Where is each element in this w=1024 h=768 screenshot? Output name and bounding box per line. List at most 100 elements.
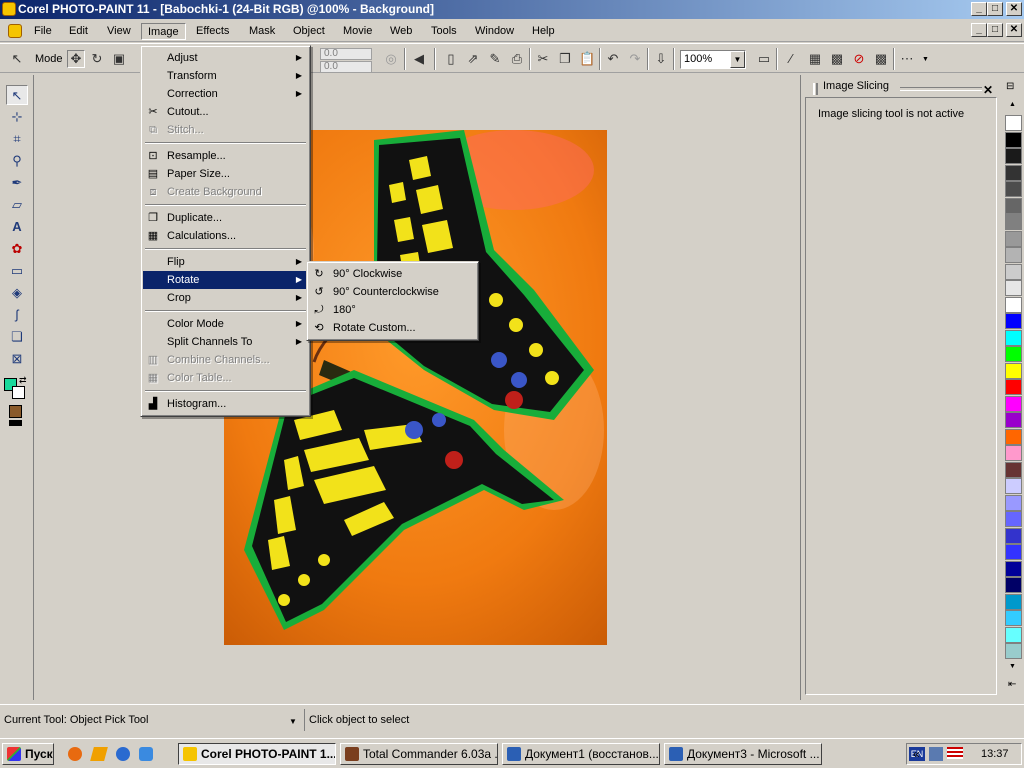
- image-menu-item-correction[interactable]: Correction ▶: [143, 85, 308, 103]
- paint-tool-icon[interactable]: ʃ: [6, 305, 28, 325]
- palette-swatch[interactable]: [1005, 527, 1022, 544]
- close-button[interactable]: ✕: [1006, 2, 1022, 16]
- text-tool-icon[interactable]: A: [6, 217, 28, 237]
- move-mode-icon[interactable]: ✥: [67, 50, 85, 68]
- fill-color-swatch[interactable]: [9, 405, 22, 418]
- docker-close-icon[interactable]: ✕: [983, 82, 993, 98]
- palette-scroll-down-icon[interactable]: ▼: [1009, 663, 1016, 670]
- app-icon[interactable]: [2, 2, 16, 16]
- rotate-menu-item-rotate-custom[interactable]: ⟲ Rotate Custom...: [309, 319, 476, 337]
- palette-swatch[interactable]: [1005, 148, 1022, 164]
- mask-tool-icon[interactable]: ⊹: [6, 107, 28, 127]
- pick-tool-icon[interactable]: ↖: [8, 50, 26, 68]
- menu-mask[interactable]: Mask: [243, 23, 281, 40]
- options-chevron-icon[interactable]: ▼: [922, 56, 929, 63]
- palette-swatch[interactable]: [1005, 164, 1022, 181]
- image-menu-item-split-channels-to[interactable]: Split Channels To ▶: [143, 333, 308, 351]
- image-menu-item-crop[interactable]: Crop ▶: [143, 289, 308, 307]
- taskbar-item-word-doc3[interactable]: Документ3 - Microsoft ...: [664, 743, 822, 765]
- shape-tool-icon[interactable]: ▭: [6, 261, 28, 281]
- rotate-mode-icon[interactable]: ↻: [88, 50, 106, 68]
- position-x-field[interactable]: 0.0: [320, 48, 372, 60]
- image-menu-item-rotate[interactable]: Rotate ▶: [143, 271, 308, 289]
- full-screen-icon[interactable]: ▭: [755, 50, 773, 68]
- taskbar-item-photopaint[interactable]: Corel PHOTO-PAINT 1...: [178, 743, 336, 765]
- palette-swatch[interactable]: [1005, 643, 1022, 659]
- maximize-button[interactable]: □: [987, 2, 1003, 16]
- red-eye-tool-icon[interactable]: ✿: [6, 239, 28, 259]
- palette-swatch[interactable]: [1005, 626, 1022, 643]
- mask-icon[interactable]: ⁄: [782, 50, 800, 68]
- crop-tool-icon[interactable]: ⌗: [6, 129, 28, 149]
- swap-colors-icon[interactable]: ⇄: [19, 375, 27, 386]
- new-icon[interactable]: ▯: [442, 50, 460, 68]
- image-menu-item-transform[interactable]: Transform ▶: [143, 67, 308, 85]
- menu-help[interactable]: Help: [526, 23, 561, 40]
- image-slicing-tool-icon[interactable]: ⊠: [6, 349, 28, 369]
- eyedropper-tool-icon[interactable]: ✒: [6, 173, 28, 193]
- status-chevron-down-icon[interactable]: ▼: [289, 717, 297, 726]
- image-menu-item-cutout[interactable]: ✂ Cutout...: [143, 103, 308, 121]
- document-icon[interactable]: [8, 24, 22, 38]
- scale-mode-icon[interactable]: ▣: [110, 50, 128, 68]
- paste-icon[interactable]: 📋: [578, 50, 596, 68]
- menu-movie[interactable]: Movie: [337, 23, 378, 40]
- palette-swatch[interactable]: [1005, 362, 1022, 379]
- menu-edit[interactable]: Edit: [63, 23, 94, 40]
- background-color-swatch[interactable]: [12, 386, 25, 399]
- palette-swatch[interactable]: [1005, 461, 1022, 478]
- doc-restore-button[interactable]: □: [987, 23, 1003, 37]
- apply-icon[interactable]: ◎: [382, 50, 400, 68]
- tray-expand-icon[interactable]: «: [913, 744, 920, 764]
- image-menu-item-flip[interactable]: Flip ▶: [143, 253, 308, 271]
- object-pick-tool-icon[interactable]: ↖: [6, 85, 28, 105]
- palette-swatch[interactable]: [1005, 346, 1022, 362]
- doc-minimize-button[interactable]: _: [971, 23, 987, 37]
- import-icon[interactable]: ⇩: [652, 50, 670, 68]
- palette-swatch[interactable]: [1005, 395, 1022, 412]
- print-icon[interactable]: ⎙: [508, 50, 526, 68]
- menu-window[interactable]: Window: [469, 23, 520, 40]
- palette-swatch[interactable]: [1005, 560, 1022, 577]
- quick-launch-icon[interactable]: [90, 747, 108, 761]
- palette-swatch[interactable]: [1005, 511, 1022, 527]
- image-menu-item-paper-size[interactable]: ▤ Paper Size...: [143, 165, 308, 183]
- image-menu-item-resample[interactable]: ⊡ Resample...: [143, 147, 308, 165]
- palette-swatch[interactable]: [1005, 280, 1022, 296]
- chevron-down-icon[interactable]: ▼: [730, 51, 745, 68]
- palette-swatch[interactable]: [1005, 577, 1022, 593]
- checker-icon[interactable]: ▩: [872, 50, 890, 68]
- menu-web[interactable]: Web: [384, 23, 418, 40]
- palette-end-icon[interactable]: ⇤: [1008, 679, 1016, 690]
- options-icon[interactable]: ⋯: [898, 50, 916, 68]
- effect-tool-icon[interactable]: ❏: [6, 327, 28, 347]
- palette-swatch[interactable]: [1005, 263, 1022, 280]
- firefox-icon[interactable]: [68, 747, 82, 761]
- no-mask-icon[interactable]: ⊘: [850, 50, 868, 68]
- back-icon[interactable]: ◀: [410, 50, 428, 68]
- palette-swatch[interactable]: [1005, 181, 1022, 197]
- marquee-icon[interactable]: ▩: [828, 50, 846, 68]
- palette-swatch[interactable]: [1005, 412, 1022, 428]
- palette-swatch[interactable]: [1005, 445, 1022, 461]
- undo-icon[interactable]: ↶: [604, 50, 622, 68]
- palette-swatch[interactable]: [1005, 115, 1022, 131]
- palette-swatch[interactable]: [1005, 610, 1022, 626]
- menu-tools[interactable]: Tools: [425, 23, 463, 40]
- docker-header[interactable]: Image Slicing ✕: [805, 78, 997, 97]
- taskbar-item-word-doc1[interactable]: Документ1 (восстанов...: [502, 743, 660, 765]
- fill-tool-icon[interactable]: ◈: [6, 283, 28, 303]
- image-menu-item-histogram[interactable]: ▟ Histogram...: [143, 395, 308, 413]
- rotate-menu-item-180[interactable]: ⤾ 180°: [309, 301, 476, 319]
- palette-swatch[interactable]: [1005, 593, 1022, 610]
- network-icon[interactable]: [929, 747, 943, 761]
- palette-swatch[interactable]: [1005, 544, 1022, 560]
- palette-swatch[interactable]: [1005, 230, 1022, 247]
- menu-file[interactable]: File: [28, 23, 58, 40]
- redo-icon[interactable]: ↷: [626, 50, 644, 68]
- image-menu-item-calculations[interactable]: ▦ Calculations...: [143, 227, 308, 245]
- position-y-field[interactable]: 0.0: [320, 61, 372, 73]
- palette-swatch[interactable]: [1005, 379, 1022, 395]
- minimize-button[interactable]: _: [971, 2, 987, 16]
- image-menu-item-color-mode[interactable]: Color Mode ▶: [143, 315, 308, 333]
